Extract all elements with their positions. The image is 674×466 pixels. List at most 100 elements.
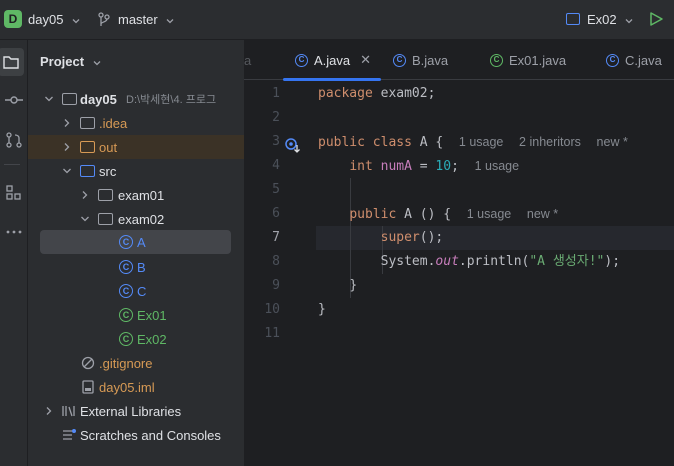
ignore-file-icon — [81, 356, 95, 370]
title-bar: D day05 master Ex02 — [0, 0, 674, 40]
tree-item-label: .gitignore — [99, 355, 153, 371]
code-text: System. — [380, 254, 436, 269]
tree-item-label: exam01 — [118, 187, 165, 203]
tree-item-day05[interactable]: day05 D:\박세현\4. 프로그 — [28, 87, 244, 111]
code-line-9[interactable]: } — [318, 274, 357, 298]
usage-hint[interactable]: 1 usage — [475, 159, 519, 173]
class-icon: C — [393, 53, 406, 67]
editor-tabs: a C A.java ✕ C B.java C Ex01.java C C.ja… — [244, 40, 674, 81]
tab-label: B.java — [412, 52, 449, 68]
runnable-class-icon: C — [490, 53, 503, 67]
usage-hint[interactable]: 1 usage — [467, 207, 511, 221]
code-text: A { — [411, 135, 444, 150]
run-config-name: Ex02 — [587, 12, 617, 27]
code-line-8[interactable]: System.out.println("A 생성자!"); — [318, 250, 620, 274]
tree-item-idea[interactable]: .idea — [28, 111, 244, 135]
code-text: exam02; — [372, 86, 436, 101]
keyword: super — [380, 230, 420, 245]
chevron-down-icon — [81, 216, 89, 222]
tree-item-class-b[interactable]: C B — [28, 255, 244, 279]
keyword: package — [318, 86, 373, 101]
run-config-selector[interactable]: Ex02 — [587, 12, 634, 27]
chevron-down-icon — [625, 18, 633, 23]
active-tab-indicator — [283, 78, 381, 81]
run-icon[interactable] — [648, 11, 664, 27]
code-line-4[interactable]: int numA = 10; 1 usage — [318, 154, 519, 178]
module-path: D:\박세현\4. 프로그 — [126, 94, 217, 106]
commit-tool-button[interactable] — [0, 86, 28, 114]
tree-item-class-a[interactable]: C A — [40, 230, 231, 254]
tab-a-java[interactable]: C A.java ✕ — [295, 40, 371, 80]
pull-request-icon — [6, 132, 22, 148]
chevron-right-icon — [46, 407, 52, 415]
line-number: 6 — [272, 206, 280, 221]
tool-separator — [4, 164, 20, 165]
structure-tool-button[interactable] — [0, 178, 28, 206]
iml-file-icon — [82, 380, 94, 394]
tree-item-label: Scratches and Consoles — [80, 427, 221, 443]
chevron-down-icon — [72, 18, 80, 23]
tree-item-out[interactable]: out — [28, 135, 244, 159]
scratches-icon — [63, 429, 76, 440]
code-text: A () { — [396, 207, 452, 222]
line-number: 4 — [272, 158, 280, 173]
tree-item-scratches[interactable]: Scratches and Consoles — [28, 423, 244, 447]
line-number: 3 — [272, 134, 280, 149]
folder-icon — [79, 116, 95, 130]
static-field: out — [435, 254, 459, 269]
tree-item-label: .idea — [99, 115, 128, 131]
branch-switcher[interactable]: master — [118, 12, 175, 27]
more-tools-button[interactable] — [0, 218, 28, 246]
project-panel-header[interactable]: Project — [40, 54, 102, 69]
code-line-3[interactable]: public class A { 1 usage 2 inheritors ne… — [318, 130, 628, 154]
git-branch-icon[interactable] — [97, 12, 111, 28]
tab-b-java[interactable]: C B.java — [393, 40, 448, 80]
close-icon[interactable]: ✕ — [360, 52, 371, 68]
tree-item-src[interactable]: src — [28, 159, 244, 183]
folder-icon — [3, 56, 19, 69]
project-name: day05 — [28, 12, 64, 27]
keyword: int — [349, 159, 373, 174]
code-line-10[interactable]: } — [318, 298, 326, 322]
chevron-right-icon — [64, 143, 70, 151]
tree-item-label: External Libraries — [80, 403, 182, 419]
tree-item-exam02[interactable]: exam02 — [28, 207, 244, 231]
tab-ex01-java[interactable]: C Ex01.java — [490, 40, 566, 80]
tree-item-exam01[interactable]: exam01 — [28, 183, 244, 207]
class-icon: C — [295, 53, 308, 67]
tree-item-label: day05.iml — [99, 379, 155, 395]
implemented-by-icon[interactable] — [284, 137, 302, 155]
string-literal: "A 생성자!" — [529, 254, 605, 269]
tab-label: Ex01.java — [509, 52, 567, 68]
tree-item-class-c[interactable]: C C — [28, 279, 244, 303]
chevron-right-icon — [64, 119, 70, 127]
code-line-1[interactable]: package exam02; — [318, 82, 435, 106]
project-switcher[interactable]: day05 — [28, 12, 81, 27]
pull-requests-tool-button[interactable] — [0, 126, 28, 154]
line-number: 8 — [272, 254, 280, 269]
commit-icon — [5, 96, 23, 104]
tree-item-label: exam02 — [118, 211, 165, 227]
tree-item-external-libraries[interactable]: External Libraries — [28, 399, 244, 423]
code-line-7[interactable]: super(); — [318, 226, 444, 250]
class-icon: C — [118, 260, 134, 274]
inheritors-hint[interactable]: 2 inheritors — [519, 135, 581, 149]
project-tool-button[interactable] — [0, 48, 24, 76]
usage-hint[interactable]: 1 usage — [459, 135, 503, 149]
project-badge[interactable]: D — [4, 10, 22, 28]
tree-item-class-ex02[interactable]: C Ex02 — [28, 327, 244, 351]
author-hint[interactable]: new * — [527, 207, 558, 221]
code-line-6[interactable]: public A () { 1 usage new * — [318, 202, 558, 226]
tree-item-gitignore[interactable]: .gitignore — [28, 351, 244, 375]
tab-partial[interactable]: a — [244, 40, 251, 80]
excluded-folder-icon — [79, 140, 95, 154]
package-icon — [97, 188, 113, 202]
tree-item-class-ex01[interactable]: C Ex01 — [28, 303, 244, 327]
code-text: } — [318, 302, 326, 317]
tree-item-label: day05 — [80, 91, 117, 107]
author-hint[interactable]: new * — [597, 135, 628, 149]
tree-item-iml[interactable]: day05.iml — [28, 375, 244, 399]
chevron-down-icon — [93, 60, 101, 65]
code-text: ); — [604, 254, 621, 269]
tab-c-java[interactable]: C C.java — [606, 40, 662, 80]
